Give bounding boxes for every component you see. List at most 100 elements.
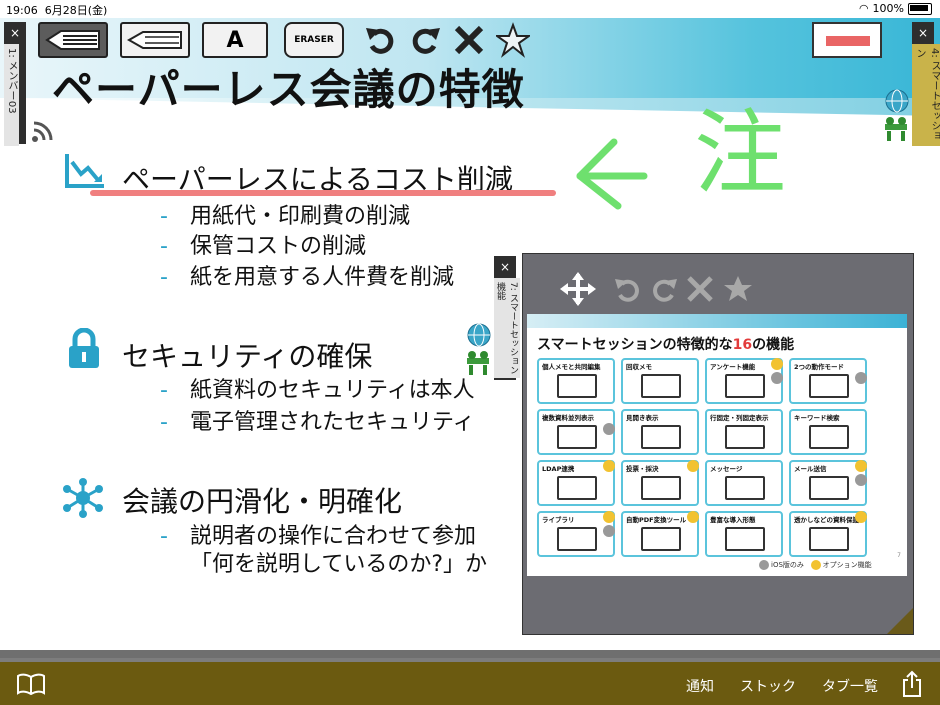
handwriting-annotation: 注 xyxy=(576,100,786,210)
feature-legend: iOS版のみ オプション機能 xyxy=(759,560,872,570)
section-heading-security: セキュリティの確保 xyxy=(122,340,373,373)
pencil-icon xyxy=(126,31,182,49)
ios-badge xyxy=(771,372,783,384)
feature-card: キーワード検索 xyxy=(789,409,867,455)
slide-band xyxy=(527,314,907,328)
tab-close-button[interactable]: × xyxy=(4,22,26,44)
feature-card-label: 見開き表示 xyxy=(626,414,659,422)
smart-session-function-tab[interactable]: × 7: スマートセッション機能 xyxy=(494,256,520,380)
feature-card-label: 透かしなどの資料保護 xyxy=(794,516,859,524)
ios-badge xyxy=(855,474,867,486)
rss-icon xyxy=(32,121,53,142)
status-bar: 19:06 6月28日(金) ◠ 100% xyxy=(0,0,940,18)
feature-icon xyxy=(809,374,849,398)
red-highlight-stroke xyxy=(90,190,556,196)
feature-icon xyxy=(557,476,597,500)
text-tool[interactable]: A xyxy=(202,22,268,58)
globe-icon xyxy=(467,323,491,347)
network-icon xyxy=(63,478,103,518)
feature-card-label: キーワード検索 xyxy=(794,414,840,422)
feature-card: アンケート機能 xyxy=(705,358,783,404)
floating-slide-window[interactable]: スマートセッションの特徴的な16の機能 個人メモと共同編集 回収メモ アンケート機能… xyxy=(522,253,914,635)
feature-card: 見開き表示 xyxy=(621,409,699,455)
notify-button[interactable]: 通知 xyxy=(686,676,714,696)
list-item: 「何を説明しているのか?」か xyxy=(190,552,488,577)
smart-session-tab[interactable]: × 4: スマートセッション xyxy=(912,22,940,146)
feature-card-label: 行固定・列固定表示 xyxy=(710,414,769,422)
feature-card-label: 豊富な導入形態 xyxy=(710,516,756,524)
redo-icon[interactable] xyxy=(649,274,679,304)
tab-close-button[interactable]: × xyxy=(494,256,516,278)
meeting-icon xyxy=(885,117,907,141)
feature-card-label: 複数資料並列表示 xyxy=(542,414,594,422)
feature-icon xyxy=(725,476,765,500)
feature-icon xyxy=(725,527,765,551)
stock-button[interactable]: ストック xyxy=(740,676,796,696)
list-item: - 用紙代・印刷費の削減 xyxy=(160,204,411,229)
feature-icon xyxy=(641,527,681,551)
undo-icon[interactable] xyxy=(364,22,398,58)
handwriting-text: 注 xyxy=(694,100,786,207)
tab-list-button[interactable]: タブ一覧 xyxy=(822,676,878,696)
feature-card-label: LDAP連携 xyxy=(542,465,575,473)
ios-badge xyxy=(855,372,867,384)
feature-icon xyxy=(641,425,681,449)
feature-card-label: ライブラリ xyxy=(542,516,575,524)
page-number: 7 xyxy=(897,552,901,559)
feature-card: 複数資料並列表示 xyxy=(537,409,615,455)
feature-grid: 個人メモと共同編集 回収メモ アンケート機能 2つの動作モード複数資料並列表示 見開き表… xyxy=(537,358,867,557)
close-icon[interactable] xyxy=(452,22,486,58)
list-item: - 紙資料のセキュリティは本人 xyxy=(160,378,475,403)
option-badge xyxy=(603,460,615,472)
eraser-tool[interactable]: ERASER xyxy=(284,22,344,58)
wifi-icon: ◠ xyxy=(858,2,869,15)
feature-card-label: メール送信 xyxy=(794,465,827,473)
feature-icon xyxy=(725,425,765,449)
option-badge xyxy=(603,511,615,523)
red-color-swatch xyxy=(826,36,870,46)
list-item: - 紙を用意する人件費を削減 xyxy=(160,265,455,290)
resize-handle[interactable] xyxy=(887,608,913,634)
share-icon[interactable] xyxy=(900,670,924,698)
close-icon[interactable] xyxy=(685,274,715,304)
lock-icon xyxy=(69,328,99,368)
meeting-icon xyxy=(467,351,489,375)
bottom-toolbar: 通知 ストック タブ一覧 xyxy=(0,658,940,705)
feature-icon xyxy=(725,374,765,398)
star-icon[interactable] xyxy=(723,274,753,304)
feature-icon xyxy=(809,476,849,500)
feature-icon xyxy=(641,476,681,500)
feature-card: メール送信 xyxy=(789,460,867,506)
list-item: - 保管コストの削減 xyxy=(160,234,367,259)
feature-card: 2つの動作モード xyxy=(789,358,867,404)
battery-icon xyxy=(908,2,932,15)
tab-close-button[interactable]: × xyxy=(912,22,934,44)
option-badge xyxy=(855,460,867,472)
feature-card: メッセージ xyxy=(705,460,783,506)
feature-card-label: 2つの動作モード xyxy=(794,363,845,371)
feature-card-label: アンケート機能 xyxy=(710,363,756,371)
option-badge xyxy=(771,358,783,370)
slide-title: ペーパーレス会議の特徴 xyxy=(52,65,525,114)
book-icon[interactable] xyxy=(16,672,46,696)
section-heading-meeting: 会議の円滑化・明確化 xyxy=(122,485,403,518)
feature-icon xyxy=(809,527,849,551)
tab-label: 4: スマートセッション xyxy=(912,44,940,146)
ios-badge xyxy=(603,525,615,537)
feature-card-label: 個人メモと共同編集 xyxy=(542,363,601,371)
embedded-slide-title: スマートセッションの特徴的な16の機能 xyxy=(537,337,795,353)
feature-card: 投票・採決 xyxy=(621,460,699,506)
pen-thin-tool[interactable] xyxy=(120,22,190,58)
star-icon[interactable] xyxy=(496,22,530,58)
marker-color-button[interactable] xyxy=(812,22,882,58)
member-tab[interactable]: × 1: メンバー03 xyxy=(4,22,26,146)
tab-label: 1: メンバー03 xyxy=(4,44,19,146)
feature-card: 回収メモ xyxy=(621,358,699,404)
undo-icon[interactable] xyxy=(613,274,643,304)
feature-card: 行固定・列固定表示 xyxy=(705,409,783,455)
move-icon[interactable] xyxy=(559,272,597,306)
pen-thick-tool[interactable] xyxy=(38,22,108,58)
redo-icon[interactable] xyxy=(408,22,442,58)
feature-icon xyxy=(641,374,681,398)
pen-icon xyxy=(45,30,100,50)
